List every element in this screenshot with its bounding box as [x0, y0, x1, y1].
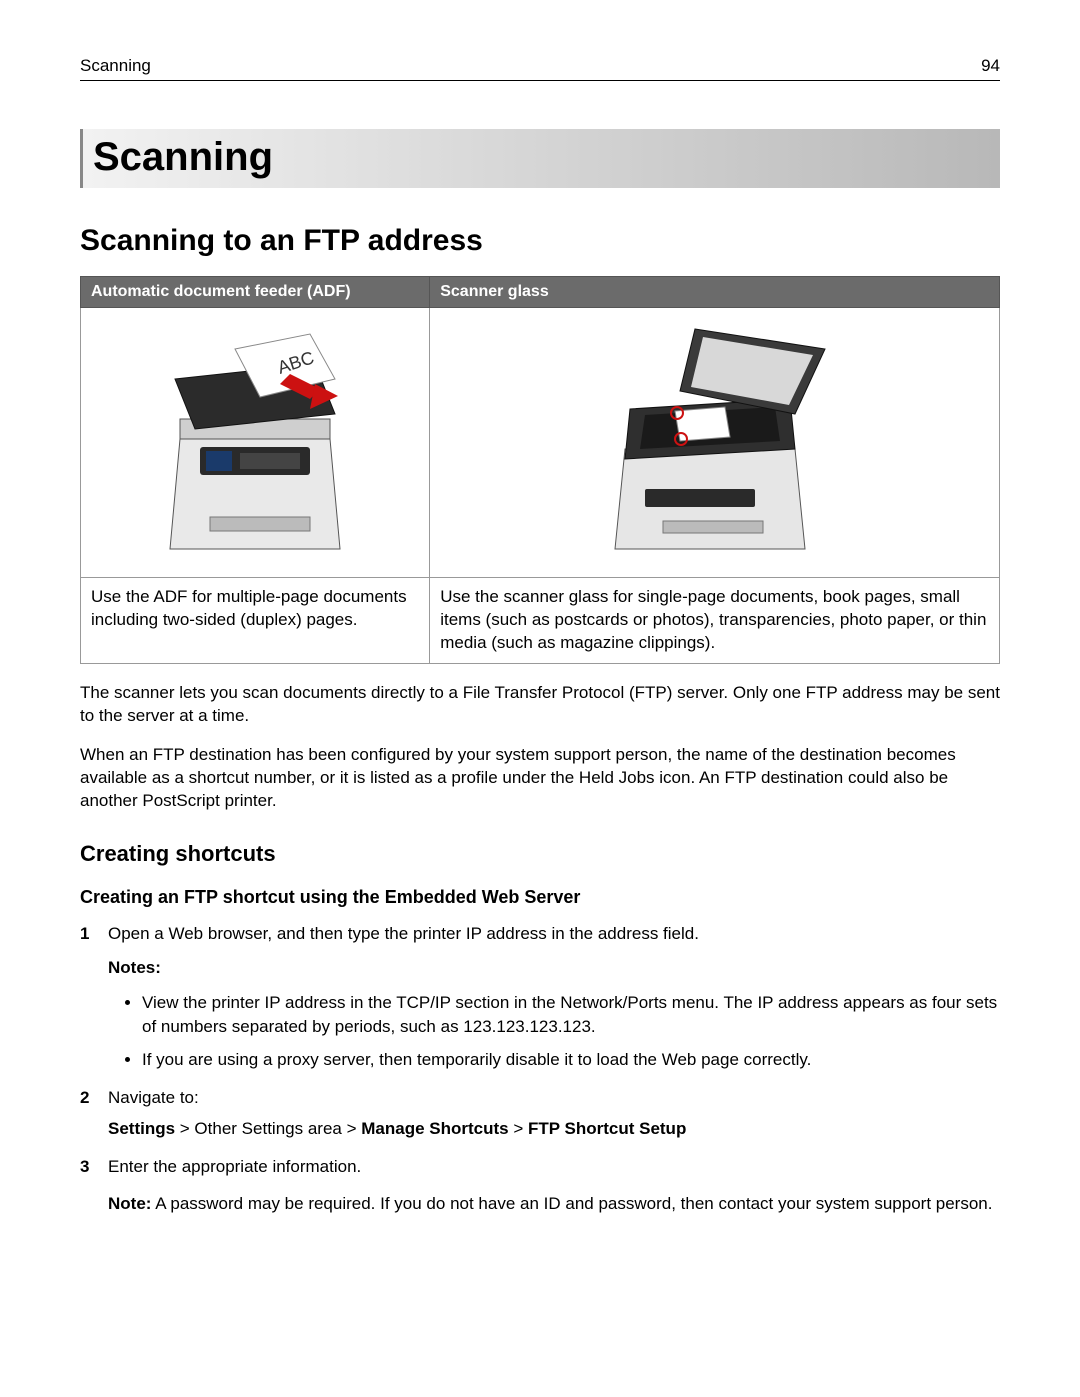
intro-paragraph-1: The scanner lets you scan documents dire… — [80, 682, 1000, 728]
steps-list: Open a Web browser, and then type the pr… — [80, 922, 1000, 1217]
table-header-glass: Scanner glass — [430, 277, 1000, 308]
step-3-note-label: Note: — [108, 1194, 151, 1213]
adf-printer-icon: ABC — [140, 319, 370, 566]
chapter-title: Scanning — [93, 135, 990, 180]
note-bullet-1: View the printer IP address in the TCP/I… — [142, 991, 1000, 1039]
subsub-title: Creating an FTP shortcut using the Embed… — [80, 887, 1000, 908]
intro-paragraph-2: When an FTP destination has been configu… — [80, 744, 1000, 813]
nav-manage-shortcuts: Manage Shortcuts — [361, 1119, 508, 1138]
step-3: Enter the appropriate information. Note:… — [80, 1155, 1000, 1216]
step-1: Open a Web browser, and then type the pr… — [80, 922, 1000, 1073]
table-header-adf: Automatic document feeder (ADF) — [81, 277, 430, 308]
scanner-glass-icon — [585, 319, 845, 566]
nav-settings: Settings — [108, 1119, 175, 1138]
glass-image-cell — [430, 308, 1000, 578]
scan-method-table: Automatic document feeder (ADF) Scanner … — [80, 276, 1000, 664]
runhead-page-number: 94 — [981, 56, 1000, 76]
step-1-text: Open a Web browser, and then type the pr… — [108, 924, 699, 943]
nav-sep-1: > Other Settings area > — [175, 1119, 361, 1138]
nav-ftp-setup: FTP Shortcut Setup — [528, 1119, 686, 1138]
glass-caption: Use the scanner glass for single‑page do… — [430, 578, 1000, 664]
step-2: Navigate to: Settings > Other Settings a… — [80, 1086, 1000, 1141]
step-3-text: Enter the appropriate information. — [108, 1157, 361, 1176]
adf-caption: Use the ADF for multiple‑page documents … — [81, 578, 430, 664]
step-3-note: Note: A password may be required. If you… — [108, 1192, 1000, 1217]
step-2-text: Navigate to: — [108, 1088, 199, 1107]
section-title: Scanning to an FTP address — [80, 224, 1000, 258]
nav-path: Settings > Other Settings area > Manage … — [108, 1117, 1000, 1142]
running-header: Scanning 94 — [80, 56, 1000, 81]
runhead-left: Scanning — [80, 56, 151, 76]
notes-label: Notes: — [108, 956, 1000, 981]
notes-bullets: View the printer IP address in the TCP/I… — [108, 991, 1000, 1072]
adf-image-cell: ABC — [81, 308, 430, 578]
step-3-note-text: A password may be required. If you do no… — [151, 1194, 992, 1213]
note-bullet-2: If you are using a proxy server, then te… — [142, 1048, 1000, 1072]
nav-sep-2: > — [509, 1119, 528, 1138]
chapter-title-bar: Scanning — [80, 129, 1000, 188]
subsection-title: Creating shortcuts — [80, 841, 1000, 867]
